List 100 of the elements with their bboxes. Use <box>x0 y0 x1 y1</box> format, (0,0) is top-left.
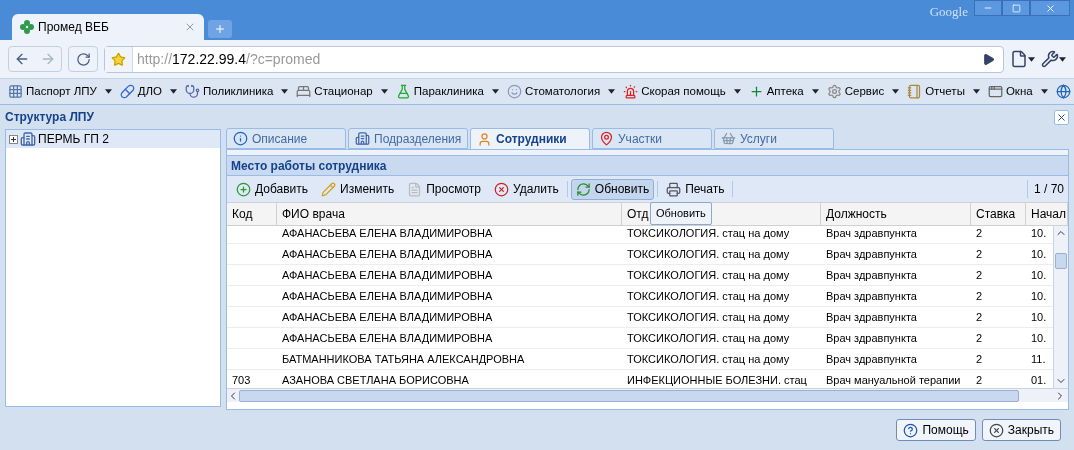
table-cell-text: 10. <box>1031 309 1047 325</box>
maximize-button[interactable] <box>1002 0 1030 16</box>
menu-item[interactable]: Стационар <box>296 82 388 101</box>
table-cell-text: Врач здравпункта <box>826 288 917 304</box>
column-header[interactable]: Должность <box>821 203 971 225</box>
caret-icon[interactable] <box>1059 56 1066 62</box>
column-header[interactable]: ФИО врача <box>277 203 622 225</box>
caret-icon[interactable] <box>733 89 741 94</box>
delete-icon <box>494 181 509 197</box>
table-row[interactable]: АФАНАСЬЕВА ЕЛЕНА ВЛАДИМИРОВНА ТОКСИКОЛОГИЯ. стац на дому Врач здравпункта 2 10. <box>227 328 1053 349</box>
caret-icon[interactable] <box>1040 89 1048 94</box>
table-row[interactable]: БАТМАННИКОВА ТАТЬЯНА АЛЕКСАНДРОВНА ТОКСИКОЛОГИЯ. стац на дому Врач здравпункта 2 11. <box>227 349 1053 370</box>
table-cell-text: 10. <box>1031 226 1047 241</box>
menu-item[interactable]: Поликлиника <box>185 82 289 101</box>
table-cell-text: 10. <box>1031 246 1047 262</box>
caret-icon[interactable] <box>281 89 289 94</box>
tab[interactable]: Описание <box>226 128 346 149</box>
address-field[interactable]: http://172.22.99.4/?c=promed <box>104 45 1004 73</box>
table-cell-text: ТОКСИКОЛОГИЯ. стац на дому <box>627 288 790 304</box>
menu-item[interactable]: Стоматология <box>506 82 616 101</box>
help-icon <box>903 422 919 438</box>
table-cell-text: 2 <box>976 288 983 304</box>
building-icon <box>20 131 36 147</box>
footer-button[interactable]: Помощь <box>896 419 976 441</box>
browser-tab[interactable]: Промед ВЕБ <box>12 14 204 40</box>
menu-item[interactable]: Окна <box>987 82 1048 101</box>
caret-icon[interactable] <box>170 89 178 94</box>
caret-icon[interactable] <box>491 89 499 94</box>
page-menu-button[interactable] <box>1010 50 1035 68</box>
column-header[interactable]: Ставка <box>971 203 1026 225</box>
go-icon[interactable] <box>982 52 995 66</box>
caret-icon[interactable] <box>380 89 388 94</box>
menu-item[interactable]: Сервис <box>826 82 900 101</box>
wrench-menu-button[interactable] <box>1041 50 1066 68</box>
menu-item[interactable]: ДЛО <box>119 82 178 101</box>
menu-item[interactable]: Паспорт ЛПУ <box>8 82 112 101</box>
column-header[interactable]: Код <box>227 203 277 225</box>
basket-icon <box>721 131 736 146</box>
caret-icon[interactable] <box>1028 56 1035 62</box>
back-forward-button[interactable] <box>8 46 62 72</box>
tree-node[interactable]: ПЕРМЬ ГП 2 <box>6 130 220 148</box>
menu-item[interactable]: Параклиника <box>395 82 499 101</box>
toolbar-button[interactable]: Печать <box>661 178 730 200</box>
toolbar-button[interactable]: Изменить <box>316 178 400 200</box>
menu-item[interactable]: Отчеты <box>907 82 980 101</box>
close-icon <box>1056 111 1067 123</box>
table-cell-text: 2 <box>976 372 983 388</box>
reload-button[interactable] <box>68 46 98 72</box>
caret-icon[interactable] <box>892 89 900 94</box>
table-row[interactable]: АФАНАСЬЕВА ЕЛЕНА ВЛАДИМИРОВНА ТОКСИКОЛОГИЯ. стац на дому Врач здравпункта 2 10. <box>227 265 1053 286</box>
bed-icon <box>296 84 312 99</box>
printer-icon <box>666 181 682 197</box>
flask-icon <box>395 84 411 99</box>
pin-icon <box>599 131 614 146</box>
star-icon[interactable] <box>111 51 126 67</box>
close-button[interactable] <box>1054 109 1069 125</box>
close-icon <box>988 422 1004 438</box>
globe-icon[interactable] <box>1055 84 1071 99</box>
table-row[interactable]: АФАНАСЬЕВА ЕЛЕНА ВЛАДИМИРОВНА ТОКСИКОЛОГИЯ. стац на дому Врач здравпункта 2 10. <box>227 244 1053 265</box>
caret-icon[interactable] <box>608 89 616 94</box>
table-cell-text: ТОКСИКОЛОГИЯ. стац на дому <box>627 267 790 283</box>
close-icon <box>1044 2 1056 14</box>
pager-label: 1 / 70 <box>1026 180 1064 198</box>
tab[interactable]: Сотрудники <box>470 128 590 149</box>
caret-icon[interactable] <box>811 89 819 94</box>
close-icon[interactable] <box>184 21 196 33</box>
refresh-icon <box>575 181 591 197</box>
table-cell-text: 703 <box>232 372 251 388</box>
scroll-thumb[interactable] <box>1055 253 1067 269</box>
page-icon <box>1010 50 1028 68</box>
tree-label: ПЕРМЬ ГП 2 <box>38 131 109 148</box>
footer-button[interactable]: Закрыть <box>981 419 1061 441</box>
menu-item[interactable]: Аптека <box>748 82 819 101</box>
table-cell-text: Врач здравпункта <box>826 351 917 367</box>
vertical-scrollbar[interactable] <box>1053 226 1068 388</box>
toolbar-button[interactable]: Обновить <box>570 178 655 200</box>
table-cell-text: АЗАНОВА СВЕТЛАНА БОРИСОВНА <box>282 372 469 388</box>
toolbar-button[interactable]: Добавить <box>231 178 314 200</box>
tab[interactable]: Подразделения <box>348 128 468 149</box>
table-row[interactable]: АФАНАСЬЕВА ЕЛЕНА ВЛАДИМИРОВНА ТОКСИКОЛОГИЯ. стац на дому Врач здравпункта 2 10. <box>227 286 1053 307</box>
table-cell-text: АФАНАСЬЕВА ЕЛЕНА ВЛАДИМИРОВНА <box>282 246 493 262</box>
toolbar-button[interactable]: Просмотр <box>402 178 486 200</box>
table-cell-text: АФАНАСЬЕВА ЕЛЕНА ВЛАДИМИРОВНА <box>282 288 493 304</box>
expand-icon[interactable] <box>9 134 18 144</box>
table-cell-text: ТОКСИКОЛОГИЯ. стац на дому <box>627 351 790 367</box>
gear-icon <box>826 84 842 99</box>
maximize-icon <box>1011 3 1021 13</box>
menu-item[interactable]: Скорая помощь <box>623 82 741 101</box>
table-cell-text: 2 <box>976 330 983 346</box>
table-row[interactable]: АФАНАСЬЕВА ЕЛЕНА ВЛАДИМИРОВНА ТОКСИКОЛОГИЯ. стац на дому Врач здравпункта 2 10. <box>227 307 1053 328</box>
toolbar-button[interactable]: Удалить <box>489 178 564 200</box>
caret-icon[interactable] <box>972 89 980 94</box>
table-cell-text: ТОКСИКОЛОГИЯ. стац на дому <box>627 246 790 262</box>
minimize-button[interactable] <box>974 0 1002 16</box>
column-header[interactable]: Начал <box>1026 203 1068 225</box>
caret-icon[interactable] <box>104 89 112 94</box>
tab[interactable]: Услуги <box>714 128 834 149</box>
grid-title: Место работы сотрудника <box>231 157 387 175</box>
info-icon <box>233 131 248 146</box>
tab[interactable]: Участки <box>592 128 712 149</box>
